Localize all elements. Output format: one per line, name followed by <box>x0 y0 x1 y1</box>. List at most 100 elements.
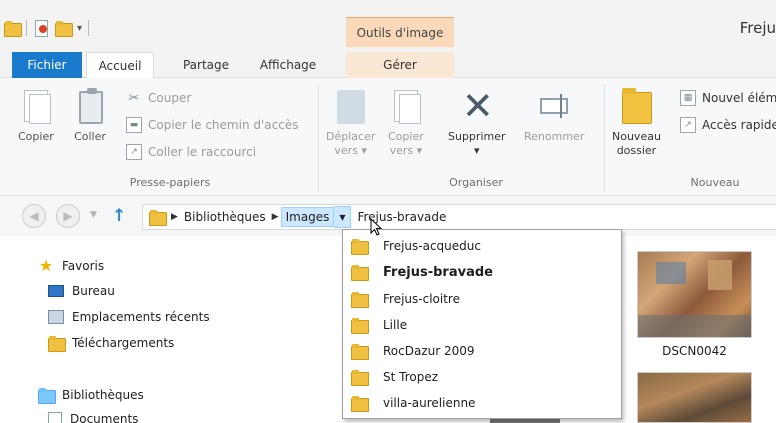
paste-button[interactable]: Coller <box>74 88 106 144</box>
copy-path-label: Copier le chemin d'accès <box>148 118 299 132</box>
window-title: Freju <box>739 19 776 37</box>
downloads-folder-icon <box>48 336 66 352</box>
quick-access-toolbar: ▾ <box>4 20 93 37</box>
recent-locations-icon[interactable]: ▼ <box>90 210 97 220</box>
new-folder-icon[interactable] <box>55 21 73 37</box>
nav-bureau-label: Bureau <box>72 284 115 298</box>
dropdown-item[interactable]: RocDazur 2009 <box>351 338 475 364</box>
copy-icon <box>20 88 52 126</box>
nav-telechargements[interactable]: Téléchargements <box>48 336 175 352</box>
address-bar[interactable]: ▶ Bibliothèques ▶ Images ▼ Frejus-bravad… <box>142 204 776 230</box>
move-to-icon <box>335 88 367 126</box>
dropdown-item[interactable]: Frejus-cloitre <box>351 286 460 312</box>
folder-icon <box>351 344 369 360</box>
new-item-label: Nouvel élém <box>702 91 776 105</box>
documents-icon <box>48 412 62 423</box>
folder-icon <box>351 292 369 308</box>
dropdown-item-selected[interactable]: Frejus-bravade <box>351 259 493 285</box>
dropdown-item-label: Lille <box>383 318 408 332</box>
paste-shortcut-label: Coller le raccourci <box>148 145 257 159</box>
dropdown-item-label: Frejus-bravade <box>383 264 493 280</box>
nav-bibliotheques[interactable]: Bibliothèques <box>38 388 144 404</box>
copy-to-label: Copier <box>388 130 424 143</box>
rename-button[interactable]: Renommer <box>524 88 584 144</box>
copy-button[interactable]: Copier <box>18 88 54 144</box>
copy-label: Copier <box>18 130 54 143</box>
paste-shortcut-button[interactable]: ↗ Coller le raccourci <box>126 144 256 160</box>
forward-arrow-icon: ▶ <box>63 209 73 223</box>
group-separator-2 <box>604 84 605 192</box>
folder-icon <box>351 239 369 255</box>
star-icon: ★ <box>38 256 54 275</box>
folder-icon <box>351 370 369 386</box>
breadcrumb-separator-icon[interactable]: ▶ <box>171 212 178 222</box>
nav-favoris[interactable]: ★ Favoris <box>38 258 104 274</box>
qat-separator <box>26 20 27 36</box>
cut-label: Couper <box>148 91 192 105</box>
paste-icon <box>74 88 106 126</box>
dropdown-item-label: RocDazur 2009 <box>383 344 475 358</box>
delete-dropdown-icon[interactable]: ▾ <box>474 144 480 158</box>
new-item-button[interactable]: ▦ Nouvel élém <box>680 90 776 106</box>
copy-path-button[interactable]: ▬ Copier le chemin d'accès <box>126 117 298 133</box>
folder-icon <box>351 318 369 334</box>
dropdown-item-label: villa-aurelienne <box>383 396 476 410</box>
tab-gerer[interactable]: Gérer <box>346 52 454 78</box>
delete-button[interactable]: ✕ Supprimer ▾ <box>448 84 506 158</box>
copy-to-icon <box>390 88 422 126</box>
nav-favoris-label: Favoris <box>62 259 105 273</box>
dropdown-item[interactable]: villa-aurelienne <box>351 390 475 416</box>
tab-fichier[interactable]: Fichier <box>12 52 82 78</box>
nav-documents-label: Documents <box>70 412 139 423</box>
breadcrumb-separator-icon-2[interactable]: ▶ <box>272 212 279 222</box>
breadcrumb-bibliotheques[interactable]: Bibliothèques <box>184 210 266 224</box>
nav-emplacements-recents[interactable]: Emplacements récents <box>48 310 210 324</box>
cut-button[interactable]: ✂ Couper <box>126 90 192 106</box>
recent-places-icon <box>48 310 64 324</box>
tab-accueil[interactable]: Accueil <box>86 52 154 79</box>
clipboard-group-label: Presse-papiers <box>129 176 211 189</box>
nav-bibliotheques-label: Bibliothèques <box>62 388 144 402</box>
nav-emplacements-label: Emplacements récents <box>72 310 210 324</box>
folder-icon <box>351 265 369 281</box>
quick-access-button[interactable]: ↗ Accès rapide <box>680 117 776 133</box>
dropdown-item[interactable]: Frejus-acqueduc <box>351 233 481 259</box>
paste-shortcut-icon: ↗ <box>126 144 142 160</box>
new-folder-button[interactable]: Nouveau dossier <box>612 88 661 158</box>
tab-partage[interactable]: Partage <box>166 52 246 78</box>
libraries-icon <box>38 388 56 404</box>
delete-x-icon: ✕ <box>461 84 494 128</box>
image-thumbnail-2[interactable] <box>637 372 752 423</box>
breadcrumb-dropdown-icon[interactable]: ▼ <box>334 206 352 228</box>
group-separator <box>318 84 319 192</box>
forward-button[interactable]: ▶ <box>56 204 80 228</box>
tab-affichage[interactable]: Affichage <box>246 52 330 78</box>
new-folder-label-2: dossier <box>616 144 657 157</box>
customize-qat-icon[interactable]: ▾ <box>77 23 82 34</box>
ribbon: Copier Coller ✂ Couper ▬ Copier le chemi… <box>0 78 776 196</box>
copy-to-sub-label: vers ▾ <box>389 144 423 157</box>
nav-telechargements-label: Téléchargements <box>72 336 175 350</box>
image-thumbnail[interactable] <box>637 251 752 338</box>
breadcrumb-dropdown-menu: Frejus-acqueduc Frejus-bravade Frejus-cl… <box>342 229 622 419</box>
copy-to-button[interactable]: Copier vers ▾ <box>388 88 424 158</box>
back-button[interactable]: ◀ <box>22 204 46 228</box>
dropdown-item[interactable]: St Tropez <box>351 364 438 390</box>
breadcrumb-images[interactable]: Images <box>280 207 335 227</box>
ribbon-tabs: Fichier Accueil Partage Affichage Gérer <box>0 52 776 79</box>
paste-label: Coller <box>74 130 106 143</box>
dropdown-item-label: Frejus-acqueduc <box>383 239 481 253</box>
dropdown-item[interactable]: Lille <box>351 312 407 338</box>
nav-documents[interactable]: Documents <box>48 412 138 423</box>
up-arrow-icon[interactable]: ↑ <box>112 206 126 226</box>
scissors-icon: ✂ <box>128 90 140 106</box>
thumbnail-label[interactable]: DSCN0042 <box>637 344 752 358</box>
navigation-pane: ★ Favoris Bureau Emplacements récents Té… <box>0 236 340 423</box>
move-to-button[interactable]: Déplacer vers ▾ <box>326 88 375 158</box>
properties-icon[interactable] <box>33 20 49 37</box>
library-folder-icon <box>149 210 167 226</box>
title-bar: ▾ Outils d'image Freju <box>0 0 776 52</box>
new-item-icon: ▦ <box>680 90 696 106</box>
nav-bureau[interactable]: Bureau <box>48 284 115 298</box>
folder-icon[interactable] <box>4 21 22 37</box>
